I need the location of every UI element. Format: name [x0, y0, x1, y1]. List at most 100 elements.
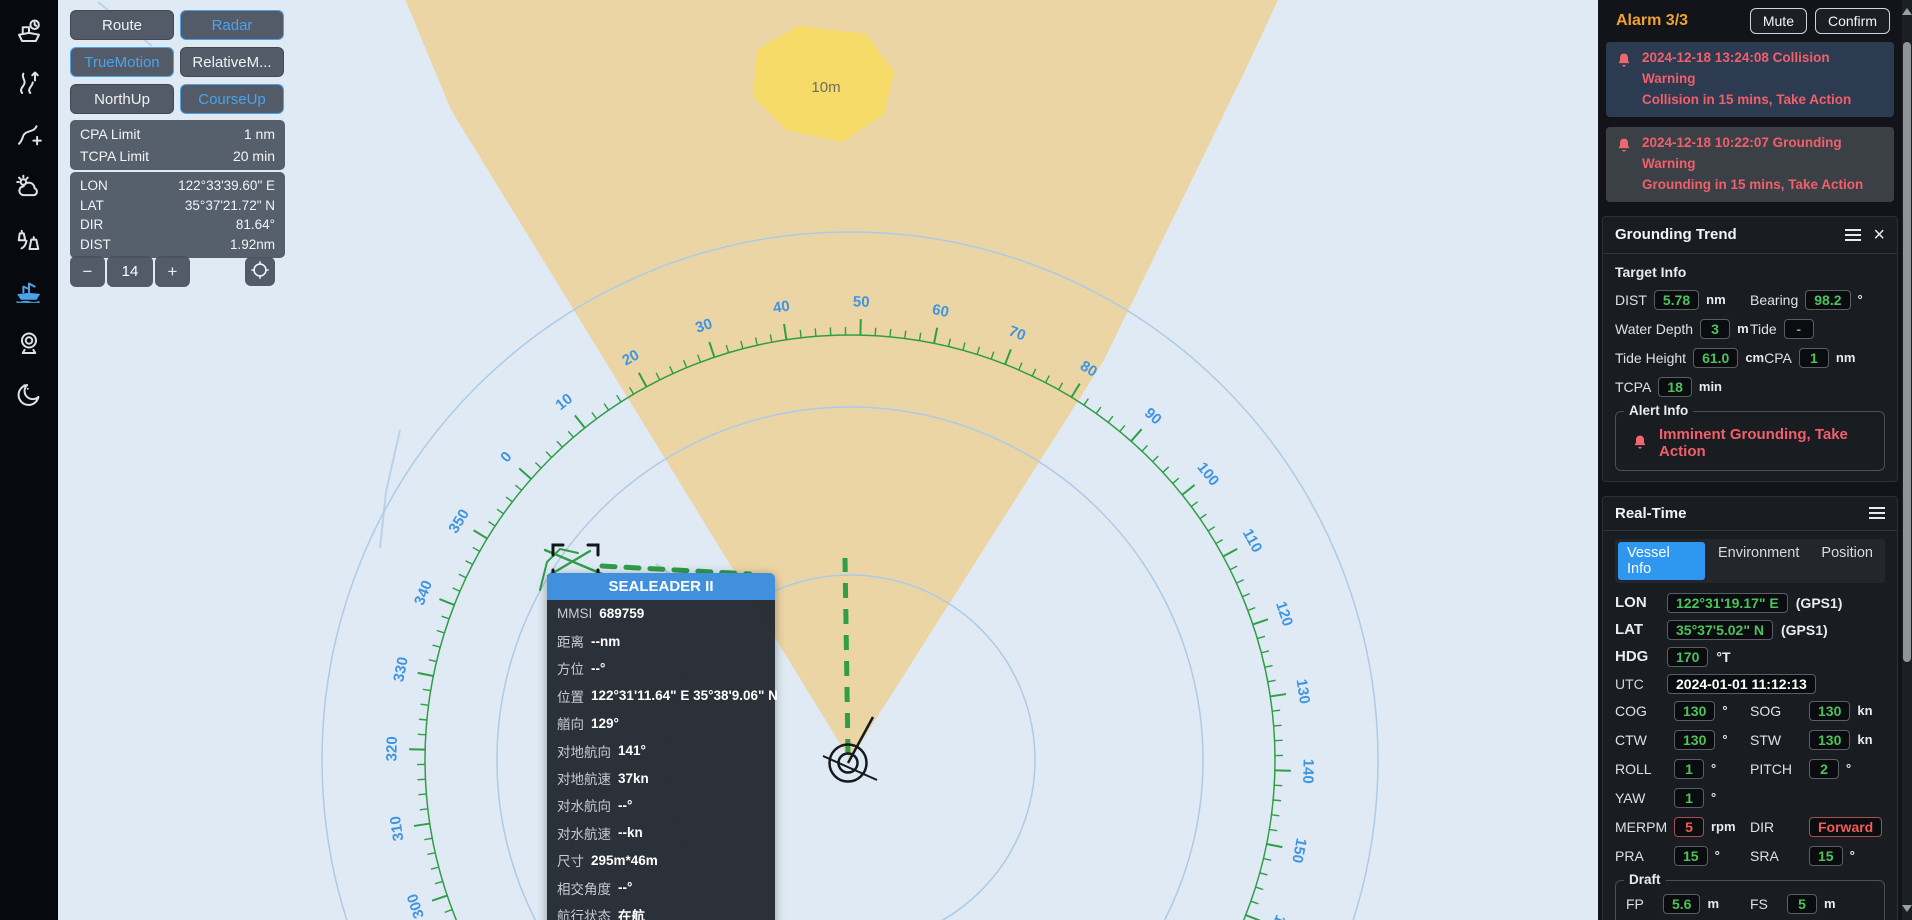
- target-info-popup: SEALEADER II MMSI689759距离--nm方位--°位置122°…: [547, 573, 775, 920]
- compass-degree-label: 60: [931, 301, 951, 321]
- real-time-menu-icon[interactable]: [1869, 505, 1885, 521]
- target-popup-row: 位置122°31'11.64" E 35°38'9.06" N: [547, 682, 775, 709]
- field-row: Water Depth3mTide-: [1615, 319, 1885, 339]
- tcpa-limit-value: 20 min: [233, 145, 275, 167]
- cpa-limit-label: CPA Limit: [80, 123, 140, 145]
- camera-icon[interactable]: [12, 326, 46, 360]
- scroll-down-icon[interactable]: [1902, 905, 1912, 912]
- zoom-out-button[interactable]: −: [70, 256, 105, 287]
- view-mode-row: RouteRadar: [70, 10, 284, 40]
- track-history-icon[interactable]: [12, 66, 46, 100]
- app-root: 10m0102030405060708090100110120130140150…: [0, 0, 1912, 920]
- field-row: CTW130°STW130kn: [1615, 730, 1885, 750]
- weather-icon[interactable]: [12, 170, 46, 204]
- mute-button[interactable]: Mute: [1750, 8, 1807, 34]
- roll-field: ROLL1°: [1615, 759, 1750, 779]
- cursor-position-panel: LON122°33'39.60" ELAT35°37'21.72" NDIR81…: [70, 172, 285, 258]
- popup-field-label: 对水航向: [557, 795, 611, 815]
- target-popup-row: 对地航速37kn: [547, 764, 775, 791]
- tcpa-field: TCPA18min: [1615, 377, 1750, 397]
- alarm-item[interactable]: 2024-12-18 10:22:07 Grounding WarningGro…: [1606, 127, 1894, 202]
- ctw-value: 130: [1674, 730, 1715, 750]
- cpa-limit-panel: CPA Limit1 nmTCPA Limit20 min: [70, 120, 285, 170]
- popup-field-label: MMSI: [557, 606, 592, 621]
- northup-button[interactable]: NorthUp: [70, 84, 174, 114]
- lat-row: LAT35°37'5.02" N(GPS1): [1615, 620, 1885, 640]
- draft-fields: FP5.6mFS5mMP5mMS5mAP5mAS5m: [1626, 894, 1874, 920]
- field-row: MERPM5rpmDIRForward: [1615, 817, 1885, 837]
- zoom-in-button[interactable]: +: [155, 256, 190, 287]
- tide-field: Tide-: [1750, 319, 1885, 339]
- compass-degree-label: 90: [1141, 405, 1165, 429]
- cog-label: COG: [1615, 703, 1667, 719]
- merpm-label: MERPM: [1615, 819, 1667, 835]
- route-button[interactable]: Route: [70, 10, 174, 40]
- field-row: FP5.6mFS5m: [1626, 894, 1874, 914]
- ship-schedule-icon[interactable]: [12, 14, 46, 48]
- compass-degree-label: 160: [1264, 912, 1289, 920]
- navigation-marks-icon[interactable]: [12, 222, 46, 256]
- pitch-field: PITCH2°: [1750, 759, 1885, 779]
- alarm-item[interactable]: 2024-12-18 13:24:08 Collision WarningCol…: [1606, 42, 1894, 117]
- alert-info-box: Alert Info Imminent Grounding, Take Acti…: [1615, 411, 1885, 471]
- dir-label: DIR: [80, 215, 103, 235]
- water-depth-field: Water Depth3m: [1615, 319, 1750, 339]
- popup-field-value: --°: [591, 661, 605, 676]
- relativem-button[interactable]: RelativeM...: [180, 47, 284, 77]
- confirm-button[interactable]: Confirm: [1815, 8, 1890, 34]
- fs-label: FS: [1750, 896, 1780, 912]
- view-mode-row: TrueMotionRelativeM...: [70, 47, 284, 77]
- dir-label: DIR: [1750, 819, 1802, 835]
- target-info-heading: Target Info: [1615, 264, 1885, 280]
- utc-row: UTC2024-01-01 11:12:13: [1615, 674, 1885, 694]
- popup-field-value: 129°: [591, 716, 619, 731]
- target-info-fields: DIST5.78nmBearing98.2°Water Depth3mTide-…: [1615, 290, 1885, 397]
- real-time-tabs: Vessel InfoEnvironmentPosition: [1615, 539, 1885, 583]
- sog-field: SOG130kn: [1750, 701, 1885, 721]
- night-mode-icon[interactable]: [12, 378, 46, 412]
- sra-field: SRA15°: [1750, 846, 1885, 866]
- water-depth-value: 3: [1700, 319, 1730, 339]
- tab-vessel-info[interactable]: Vessel Info: [1618, 542, 1705, 580]
- target-popup-row: 尺寸295m*46m: [547, 847, 775, 874]
- stw-value: 130: [1809, 730, 1850, 750]
- alarm-list: 2024-12-18 13:24:08 Collision WarningCol…: [1598, 42, 1902, 202]
- fp-field: FP5.6m: [1626, 894, 1750, 914]
- courseup-button[interactable]: CourseUp: [180, 84, 284, 114]
- grounding-close-icon[interactable]: ×: [1873, 225, 1885, 245]
- compass-degree-label: 50: [853, 293, 870, 310]
- center-ownship-button[interactable]: [245, 257, 275, 286]
- pra-label: PRA: [1615, 848, 1667, 864]
- dir-value: 81.64°: [236, 215, 275, 235]
- alarm-line1: 2024-12-18 13:24:08 Collision Warning: [1642, 48, 1886, 90]
- hdg-row: HDG170°T: [1615, 647, 1885, 667]
- route-add-icon[interactable]: [12, 118, 46, 152]
- alarm-item-text: 2024-12-18 10:22:07 Grounding WarningGro…: [1642, 133, 1886, 196]
- lat-label: LAT: [1615, 621, 1659, 638]
- lat-value: 35°37'5.02" N: [1667, 620, 1773, 640]
- popup-field-label: 对水航速: [557, 823, 611, 843]
- cpa-unit: nm: [1836, 350, 1856, 365]
- cpa-value: 1: [1799, 348, 1829, 368]
- merpm-value: 5: [1674, 817, 1704, 837]
- scrollbar-thumb[interactable]: [1903, 42, 1911, 662]
- tcpa-limit-label: TCPA Limit: [80, 145, 149, 167]
- truemotion-button[interactable]: TrueMotion: [70, 47, 174, 77]
- target-popup-row: 方位--°: [547, 655, 775, 682]
- ship-monitor-icon[interactable]: [12, 274, 46, 308]
- scroll-up-icon[interactable]: [1902, 8, 1912, 15]
- grounding-menu-icon[interactable]: [1845, 227, 1861, 243]
- pra-field: PRA15°: [1615, 846, 1750, 866]
- compass-degree-label: 130: [1293, 678, 1314, 705]
- dist-value: 5.78: [1654, 290, 1699, 310]
- popup-field-value: 141°: [618, 743, 646, 758]
- target-popup-title: SEALEADER II: [547, 573, 775, 600]
- hdg-value: 170: [1667, 647, 1708, 667]
- scrollbar[interactable]: [1902, 0, 1912, 920]
- roll-label: ROLL: [1615, 761, 1667, 777]
- tab-environment[interactable]: Environment: [1709, 542, 1808, 580]
- tab-position[interactable]: Position: [1812, 542, 1882, 580]
- fp-value: 5.6: [1663, 894, 1700, 914]
- radar-button[interactable]: Radar: [180, 10, 284, 40]
- dir-value: Forward: [1809, 817, 1882, 837]
